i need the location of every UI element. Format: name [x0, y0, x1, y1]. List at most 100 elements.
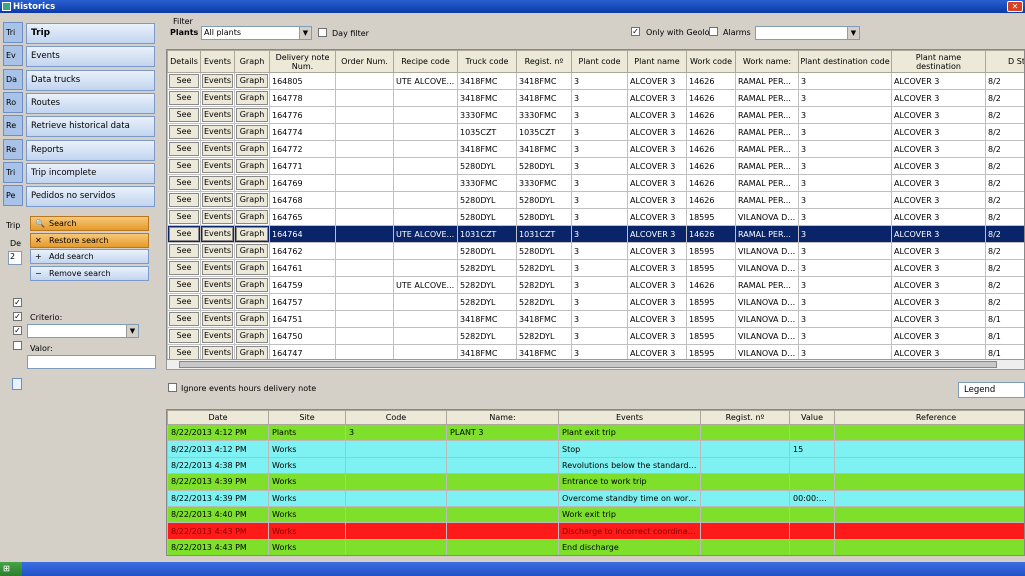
plants-select[interactable]: All plants ▼ — [201, 26, 312, 40]
side-tab-label[interactable]: Trip — [6, 221, 20, 230]
see-button[interactable]: See — [169, 244, 199, 258]
table-row[interactable]: See Events Graph 164750 5282DYL 5282DYL 3 ALCOV… — [167, 327, 1024, 345]
events-button[interactable]: Events — [202, 329, 233, 343]
graph-button[interactable]: Graph — [236, 261, 268, 275]
left-strip-tab[interactable]: Re — [3, 115, 23, 137]
menu-item[interactable]: Pedidos no servidos — [26, 186, 155, 208]
event-column-header[interactable]: Date — [167, 410, 269, 425]
events-button[interactable]: Events — [202, 125, 233, 139]
alarms-select[interactable]: ▼ — [755, 26, 860, 40]
start-button[interactable]: ⊞ — [0, 562, 22, 576]
graph-button[interactable]: Graph — [236, 176, 268, 190]
scrollbar-thumb[interactable] — [179, 361, 997, 368]
see-button[interactable]: See — [169, 346, 199, 360]
graph-button[interactable]: Graph — [236, 278, 268, 292]
graph-button[interactable]: Graph — [236, 346, 268, 360]
menu-item[interactable]: Routes — [26, 92, 155, 114]
table-row[interactable]: See Events Graph 164772 3418FMC 3418FMC 3 ALCOV… — [167, 140, 1024, 158]
column-header[interactable]: Truck code — [457, 50, 517, 73]
search-button-2[interactable]: + Add search — [30, 249, 149, 264]
graph-button[interactable]: Graph — [236, 125, 268, 139]
menu-item[interactable]: Events — [26, 46, 155, 68]
event-column-header[interactable]: Reference — [834, 410, 1024, 425]
see-button[interactable]: See — [169, 91, 199, 105]
table-row[interactable]: See Events Graph 164768 5280DYL 5280DYL 3 ALCOV… — [167, 191, 1024, 209]
left-strip-tab[interactable]: Ev — [3, 45, 23, 67]
search-button-1[interactable]: ✕ Restore search — [30, 232, 149, 248]
events-button[interactable]: Events — [202, 159, 233, 173]
graph-button[interactable]: Graph — [236, 312, 268, 326]
column-header[interactable]: Work code — [686, 50, 736, 73]
criteria-checkbox-3[interactable]: ✓ — [13, 326, 22, 335]
event-row[interactable]: 8/22/2013 4:39 PM Works Entrance to work t… — [167, 473, 1024, 491]
left-strip-tab[interactable]: Re — [3, 138, 23, 160]
column-header[interactable]: D St — [985, 50, 1024, 73]
menu-item[interactable]: Trip — [26, 23, 155, 44]
menu-item[interactable]: Reports — [26, 139, 155, 161]
table-row[interactable]: See Events Graph 164805 UTE ALCOVE... 3418FMC… — [167, 72, 1024, 90]
event-row[interactable]: 8/22/2013 4:40 PM Works Work exit trip — [167, 505, 1024, 524]
event-row[interactable]: 8/22/2013 4:43 PM Works Discharge to incor… — [167, 522, 1024, 540]
menu-item[interactable]: Trip incomplete — [26, 162, 155, 184]
event-column-header[interactable]: Regist. nº — [700, 410, 790, 425]
table-row[interactable]: See Events Graph 164757 5282DYL 5282DYL 3 ALCOV… — [167, 293, 1024, 311]
column-header[interactable]: Events — [200, 50, 235, 73]
event-row[interactable]: 8/22/2013 4:38 PM Works Revolutions below … — [167, 456, 1024, 475]
menu-item[interactable]: Data trucks — [26, 69, 155, 91]
events-button[interactable]: Events — [202, 193, 233, 207]
alarms-checkbox[interactable] — [709, 27, 718, 36]
table-row[interactable]: See Events Graph 164778 3418FMC 3418FMC 3 ALCOV… — [167, 89, 1024, 107]
events-button[interactable]: Events — [202, 346, 233, 360]
graph-button[interactable]: Graph — [236, 244, 268, 258]
left-strip-tab[interactable]: Tri — [3, 22, 23, 43]
see-button[interactable]: See — [169, 142, 199, 156]
event-column-header[interactable]: Value — [789, 410, 835, 425]
horizontal-scrollbar[interactable] — [166, 359, 1025, 370]
column-header[interactable]: Recipe code — [393, 50, 458, 73]
table-row[interactable]: See Events Graph 164759 UTE ALCOVE... 5282DYL… — [167, 276, 1024, 294]
table-row[interactable]: See Events Graph 164765 5280DYL 5280DYL 3 ALCOV… — [167, 208, 1024, 226]
column-header[interactable]: Delivery note Num. — [269, 50, 336, 73]
column-header[interactable]: Work name: — [735, 50, 799, 73]
close-icon[interactable]: ✕ — [1007, 1, 1023, 12]
column-header[interactable]: Plant destination code — [798, 50, 892, 73]
side-action-icon[interactable] — [12, 378, 22, 390]
column-header[interactable]: Details — [167, 50, 201, 73]
event-column-header[interactable]: Name: — [446, 410, 559, 425]
events-button[interactable]: Events — [202, 142, 233, 156]
search-button-3[interactable]: − Remove search — [30, 265, 149, 281]
graph-button[interactable]: Graph — [236, 329, 268, 343]
only-geoloc-checkbox[interactable]: ✓ — [631, 27, 640, 36]
table-row[interactable]: See Events Graph 164769 3330FMC 3330FMC 3 ALCOV… — [167, 174, 1024, 192]
ignore-events-checkbox[interactable] — [168, 383, 177, 392]
events-button[interactable]: Events — [202, 244, 233, 258]
graph-button[interactable]: Graph — [236, 108, 268, 122]
events-button[interactable]: Events — [202, 312, 233, 326]
de-input[interactable]: 2 — [8, 251, 22, 265]
left-strip-tab[interactable]: Da — [3, 68, 23, 90]
see-button[interactable]: See — [169, 74, 199, 88]
see-button[interactable]: See — [169, 295, 199, 309]
events-button[interactable]: Events — [202, 210, 233, 224]
event-column-header[interactable]: Events — [558, 410, 701, 425]
events-button[interactable]: Events — [202, 176, 233, 190]
event-row[interactable]: 8/22/2013 4:43 PM Works End discharge — [167, 538, 1024, 555]
events-button[interactable]: Events — [202, 74, 233, 88]
see-button[interactable]: See — [169, 159, 199, 173]
column-header[interactable]: Plant code — [571, 50, 628, 73]
search-button-0[interactable]: 🔍 Search — [30, 216, 149, 231]
table-row[interactable]: See Events Graph 164762 5280DYL 5280DYL 3 ALCOV… — [167, 242, 1024, 260]
column-header[interactable]: Regist. nº — [516, 50, 572, 73]
left-strip-tab[interactable]: Pe — [3, 185, 23, 207]
graph-button[interactable]: Graph — [236, 159, 268, 173]
graph-button[interactable]: Graph — [236, 74, 268, 88]
valor-input[interactable] — [27, 355, 156, 369]
events-button[interactable]: Events — [202, 108, 233, 122]
events-button[interactable]: Events — [202, 278, 233, 292]
see-button[interactable]: See — [169, 227, 199, 241]
event-column-header[interactable]: Code — [345, 410, 447, 425]
column-header[interactable]: Plant name — [627, 50, 687, 73]
events-button[interactable]: Events — [202, 91, 233, 105]
table-row[interactable]: See Events Graph 164776 3330FMC 3330FMC 3 ALCOV… — [167, 106, 1024, 124]
graph-button[interactable]: Graph — [236, 227, 268, 241]
